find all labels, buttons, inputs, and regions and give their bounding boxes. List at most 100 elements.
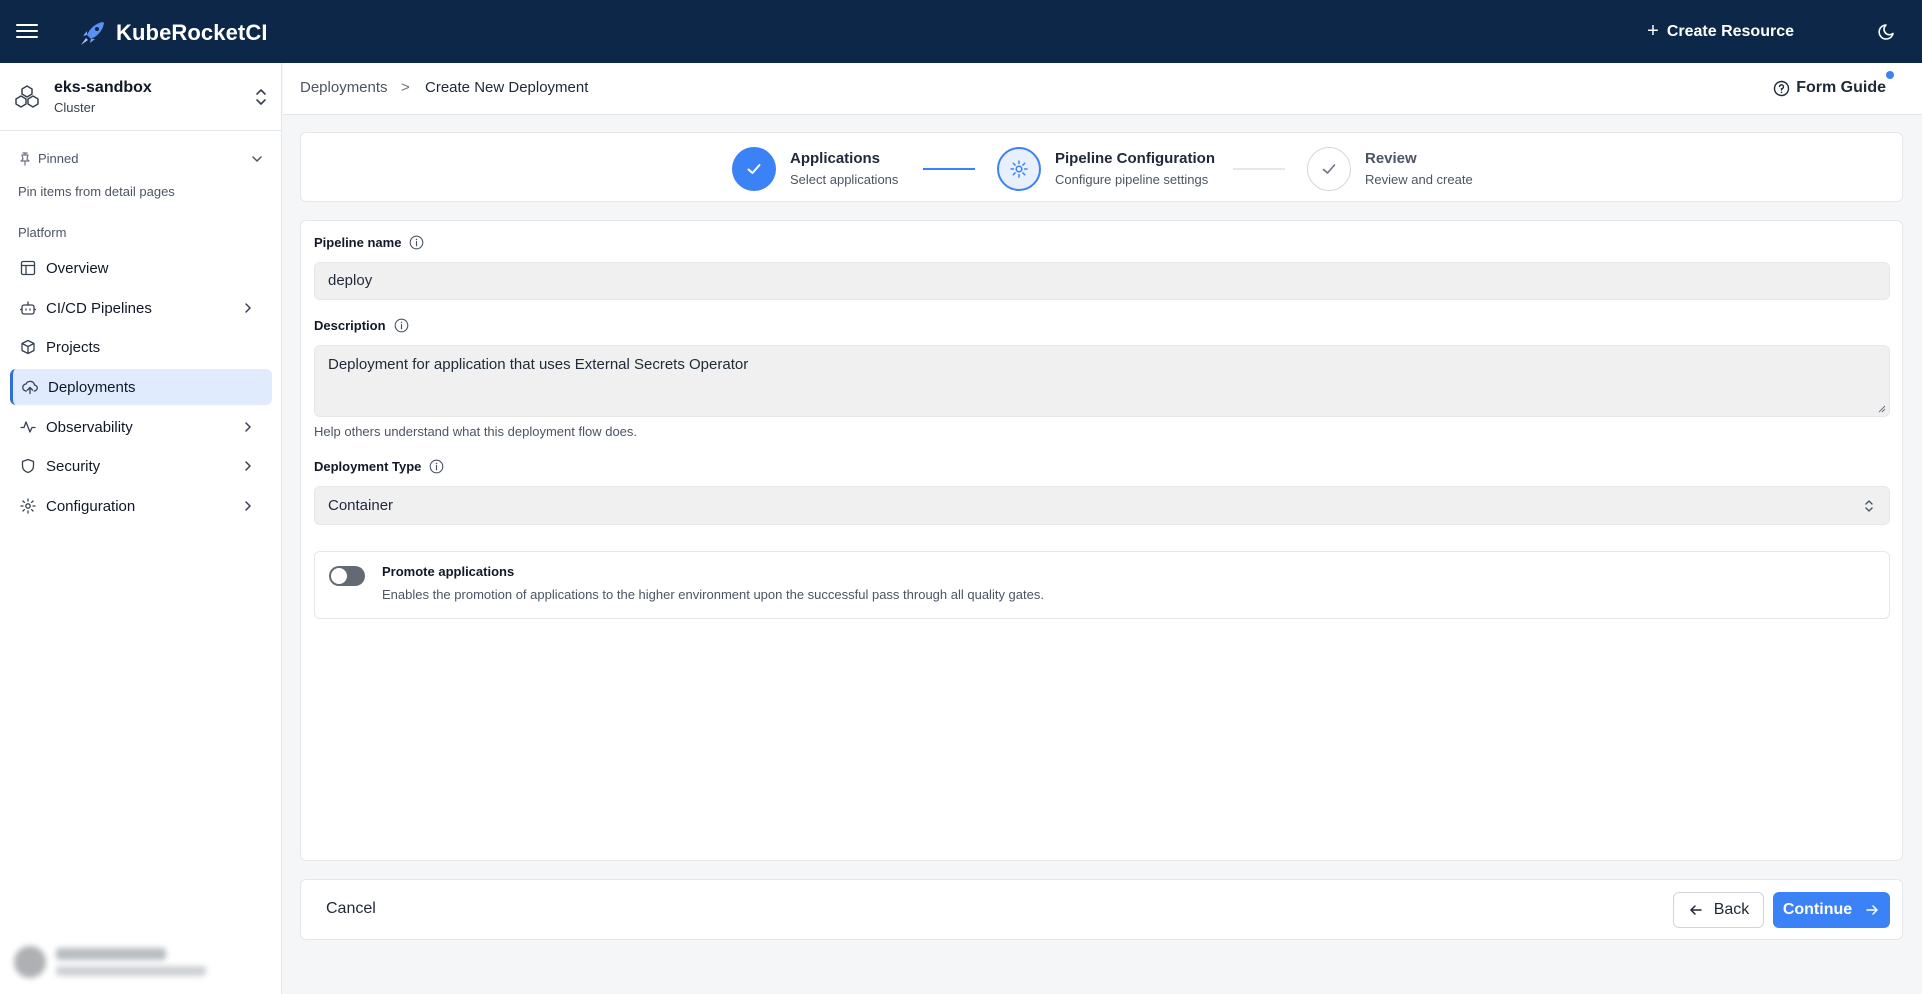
form-actions: Cancel Back Continue — [300, 879, 1903, 940]
cluster-switcher[interactable]: eks-sandbox Cluster — [0, 63, 282, 131]
step-applications-subtitle: Select applications — [790, 172, 899, 187]
continue-label: Continue — [1782, 901, 1853, 918]
section-label-platform: Platform — [18, 225, 67, 240]
deployment-type-select[interactable]: Container — [314, 486, 1890, 525]
chevrons-up-down-icon — [256, 89, 266, 105]
user-email-blurred — [56, 966, 206, 976]
back-label: Back — [1713, 901, 1750, 918]
description-label: Description — [314, 318, 386, 333]
create-resource-button[interactable]: + Create Resource — [1647, 20, 1794, 43]
deployment-type-label-row: Deployment Type — [314, 459, 444, 474]
moon-icon[interactable] — [1878, 21, 1898, 41]
promote-applications-section: Promote applications Enables the promoti… — [314, 551, 1890, 619]
shield-icon — [21, 458, 35, 474]
chevron-down-icon — [252, 155, 262, 162]
sidebar-item-label: Overview — [46, 259, 109, 277]
chevron-right-icon — [245, 303, 251, 313]
chevron-right-icon — [245, 501, 251, 511]
step-connector — [1233, 168, 1285, 170]
description-value: Deployment for application that uses Ext… — [328, 356, 749, 373]
step-pipeline-configuration-indicator[interactable] — [997, 147, 1041, 191]
sidebar-item-overview[interactable]: Overview — [10, 250, 272, 286]
gear-icon — [20, 498, 36, 514]
step-applications-indicator[interactable] — [732, 147, 776, 191]
continue-button[interactable]: Continue — [1773, 892, 1890, 928]
step-pipeline-configuration-subtitle: Configure pipeline settings — [1055, 172, 1209, 187]
description-helper-text: Help others understand what this deploym… — [314, 424, 638, 439]
sidebar-item-deployments[interactable]: Deployments — [10, 369, 272, 405]
stepper: Applications Select applications Pipelin… — [300, 132, 1903, 202]
sidebar-item-label: Observability — [46, 418, 133, 436]
arrow-left-icon — [1689, 905, 1702, 915]
sidebar-item-projects[interactable]: Projects — [10, 329, 272, 365]
pin-icon — [20, 151, 30, 166]
step-review-title: Review — [1365, 150, 1417, 167]
help-circle-icon — [1774, 80, 1790, 96]
form-guide-label: Form Guide — [1796, 79, 1886, 96]
layout-icon — [20, 260, 36, 276]
check-icon — [747, 164, 761, 174]
pipeline-config-form: Pipeline name deploy Description Deploym… — [300, 220, 1903, 861]
arrow-right-icon — [1866, 905, 1878, 915]
breadcrumb: Deployments > Create New Deployment Form… — [283, 63, 1922, 115]
plus-icon: + — [1647, 20, 1659, 42]
pipeline-name-label-row: Pipeline name — [314, 235, 424, 250]
resize-handle-icon[interactable] — [1878, 405, 1886, 413]
step-review-subtitle: Review and create — [1365, 172, 1473, 187]
step-applications-title: Applications — [790, 150, 881, 167]
info-icon[interactable] — [429, 459, 444, 474]
pipeline-name-label: Pipeline name — [314, 235, 402, 250]
sidebar-item-security[interactable]: Security — [10, 448, 272, 484]
app-logo[interactable]: KubeRocketCI — [78, 18, 268, 48]
chevron-right-icon — [245, 461, 251, 471]
promote-applications-title: Promote applications — [382, 564, 515, 579]
user-name-blurred — [56, 948, 166, 960]
step-pipeline-configuration-title: Pipeline Configuration — [1055, 150, 1215, 167]
cancel-button[interactable]: Cancel — [326, 900, 376, 918]
back-button[interactable]: Back — [1673, 892, 1764, 928]
rocket-icon — [81, 22, 104, 45]
user-profile[interactable] — [8, 938, 274, 984]
sidebar-item-label: Projects — [46, 338, 101, 356]
pipeline-name-input[interactable]: deploy — [314, 262, 1890, 300]
activity-icon — [20, 421, 36, 433]
form-guide-button[interactable]: Form Guide — [1773, 79, 1886, 97]
cluster-subtitle: Cluster — [54, 100, 96, 115]
sidebar-item-label: Deployments — [48, 378, 136, 396]
info-icon[interactable] — [394, 318, 409, 333]
check-icon — [1322, 164, 1336, 174]
notification-dot — [1886, 71, 1894, 79]
deployment-type-label: Deployment Type — [314, 459, 422, 474]
breadcrumb-separator: > — [401, 79, 410, 96]
step-review-indicator[interactable] — [1307, 147, 1351, 191]
gear-icon — [1010, 160, 1028, 178]
breadcrumb-deployments-link[interactable]: Deployments — [300, 79, 388, 96]
chevron-right-icon — [245, 422, 251, 432]
pinned-section-toggle[interactable]: Pinned — [18, 151, 264, 166]
sidebar-item-configuration[interactable]: Configuration — [10, 488, 272, 524]
deployment-type-value: Container — [328, 497, 394, 514]
box-icon — [21, 339, 35, 355]
menu-icon[interactable] — [16, 20, 38, 42]
chevrons-up-down-icon — [1865, 500, 1873, 512]
app-title: KubeRocketCI — [116, 20, 268, 45]
description-label-row: Description — [314, 318, 409, 333]
info-icon[interactable] — [409, 235, 424, 250]
sidebar-item-cicd-pipelines[interactable]: CI/CD Pipelines — [10, 290, 272, 326]
pinned-hint: Pin items from detail pages — [18, 184, 175, 199]
toggle-knob — [331, 568, 347, 584]
description-textarea[interactable]: Deployment for application that uses Ext… — [314, 345, 1890, 417]
avatar — [14, 946, 46, 978]
sidebar-item-label: Configuration — [46, 497, 136, 515]
top-bar: KubeRocketCI + Create Resource — [0, 0, 1922, 63]
pinned-label: Pinned — [38, 151, 79, 166]
step-connector — [923, 168, 975, 170]
cloud-upload-icon — [22, 380, 38, 395]
cluster-name: eks-sandbox — [54, 79, 152, 96]
breadcrumb-current: Create New Deployment — [425, 79, 589, 96]
bot-icon — [20, 301, 36, 315]
sidebar-item-label: CI/CD Pipelines — [46, 299, 152, 317]
promote-applications-toggle[interactable] — [329, 566, 365, 586]
promote-applications-description: Enables the promotion of applications to… — [382, 587, 1044, 602]
sidebar-item-observability[interactable]: Observability — [10, 409, 272, 445]
